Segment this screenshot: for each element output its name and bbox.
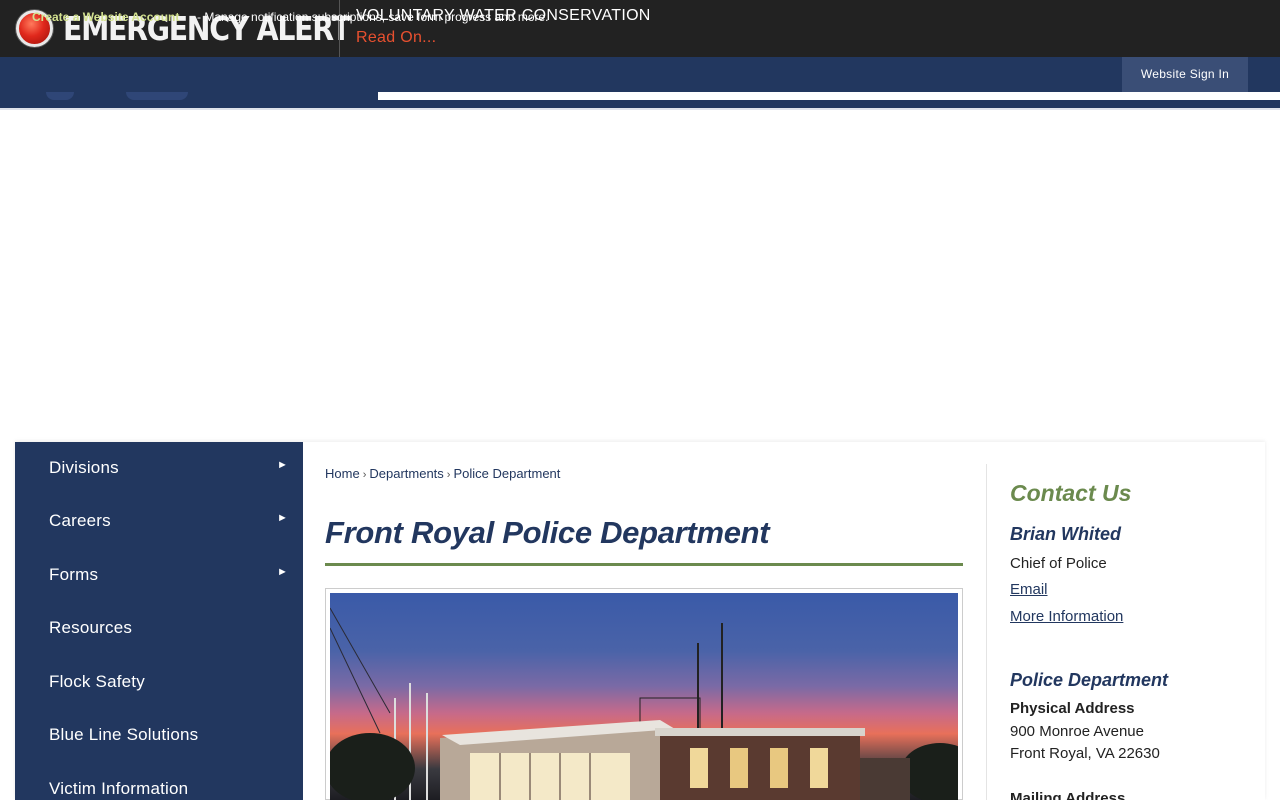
sidebar-item-forms[interactable]: Forms ► — [15, 549, 303, 602]
page-title: Front Royal Police Department — [325, 515, 770, 550]
sidebar-item-flock-safety[interactable]: Flock Safety — [15, 656, 303, 709]
physical-address-label: Physical Address — [1010, 700, 1135, 717]
header-divider — [0, 108, 1280, 110]
title-divider — [325, 563, 963, 566]
account-bar — [0, 57, 1280, 92]
sidebar-item-label: Careers — [49, 511, 111, 530]
header-logo-fragment — [46, 92, 74, 100]
sidebar-item-resources[interactable]: Resources — [15, 602, 303, 655]
sidebar-item-blue-line-solutions[interactable]: Blue Line Solutions — [15, 709, 303, 762]
sidebar-item-label: Divisions — [49, 458, 119, 477]
sidebar-item-label: Resources — [49, 618, 133, 637]
contact-name: Brian Whited — [1010, 524, 1121, 544]
sidebar-item-label: Victim Information — [49, 779, 189, 798]
column-divider — [986, 464, 987, 800]
breadcrumb-departments-link[interactable]: Departments — [369, 466, 443, 481]
sidebar-item-careers[interactable]: Careers ► — [15, 495, 303, 548]
create-account-link[interactable]: Create a Website Account — [32, 10, 179, 24]
mailing-address-label: Mailing Address — [1010, 790, 1126, 800]
sidebar-item-divisions[interactable]: Divisions ► — [15, 442, 303, 495]
alert-divider — [339, 0, 340, 57]
website-sign-in-button[interactable]: Website Sign In — [1122, 57, 1248, 92]
sidebar-item-label: Flock Safety — [49, 672, 145, 691]
breadcrumb-current-link[interactable]: Police Department — [453, 466, 560, 481]
submenu-arrow-icon[interactable]: ► — [277, 512, 288, 524]
breadcrumb: Home › Departments › Police Department — [325, 466, 560, 481]
header-search-area — [378, 92, 1280, 100]
sidebar-item-label: Forms — [49, 565, 99, 584]
address-line-2: Front Royal, VA 22630 — [1010, 745, 1160, 762]
breadcrumb-home-link[interactable]: Home — [325, 466, 360, 481]
email-link[interactable]: Email — [1010, 581, 1048, 598]
breadcrumb-separator: › — [362, 469, 367, 481]
breadcrumb-separator: › — [446, 469, 451, 481]
submenu-arrow-icon[interactable]: ► — [277, 566, 288, 578]
submenu-arrow-icon[interactable]: ► — [277, 459, 288, 471]
contact-us-heading: Contact Us — [1010, 480, 1132, 506]
department-heading: Police Department — [1010, 670, 1169, 690]
header-logo-fragment — [126, 92, 188, 100]
contact-role: Chief of Police — [1010, 555, 1107, 572]
building-illustration — [330, 607, 958, 800]
address-line-1: 900 Monroe Avenue — [1010, 723, 1144, 740]
alert-read-on-link[interactable]: Read On... — [356, 29, 436, 47]
police-building-photo — [330, 593, 958, 800]
sidebar-item-victim-information[interactable]: Victim Information — [15, 763, 303, 800]
more-information-link[interactable]: More Information — [1010, 608, 1123, 625]
side-navigation: Divisions ► Careers ► Forms ► Resources … — [15, 442, 303, 800]
account-description: - Manage notification subscriptions, sav… — [197, 10, 549, 24]
sidebar-item-label: Blue Line Solutions — [49, 725, 199, 744]
